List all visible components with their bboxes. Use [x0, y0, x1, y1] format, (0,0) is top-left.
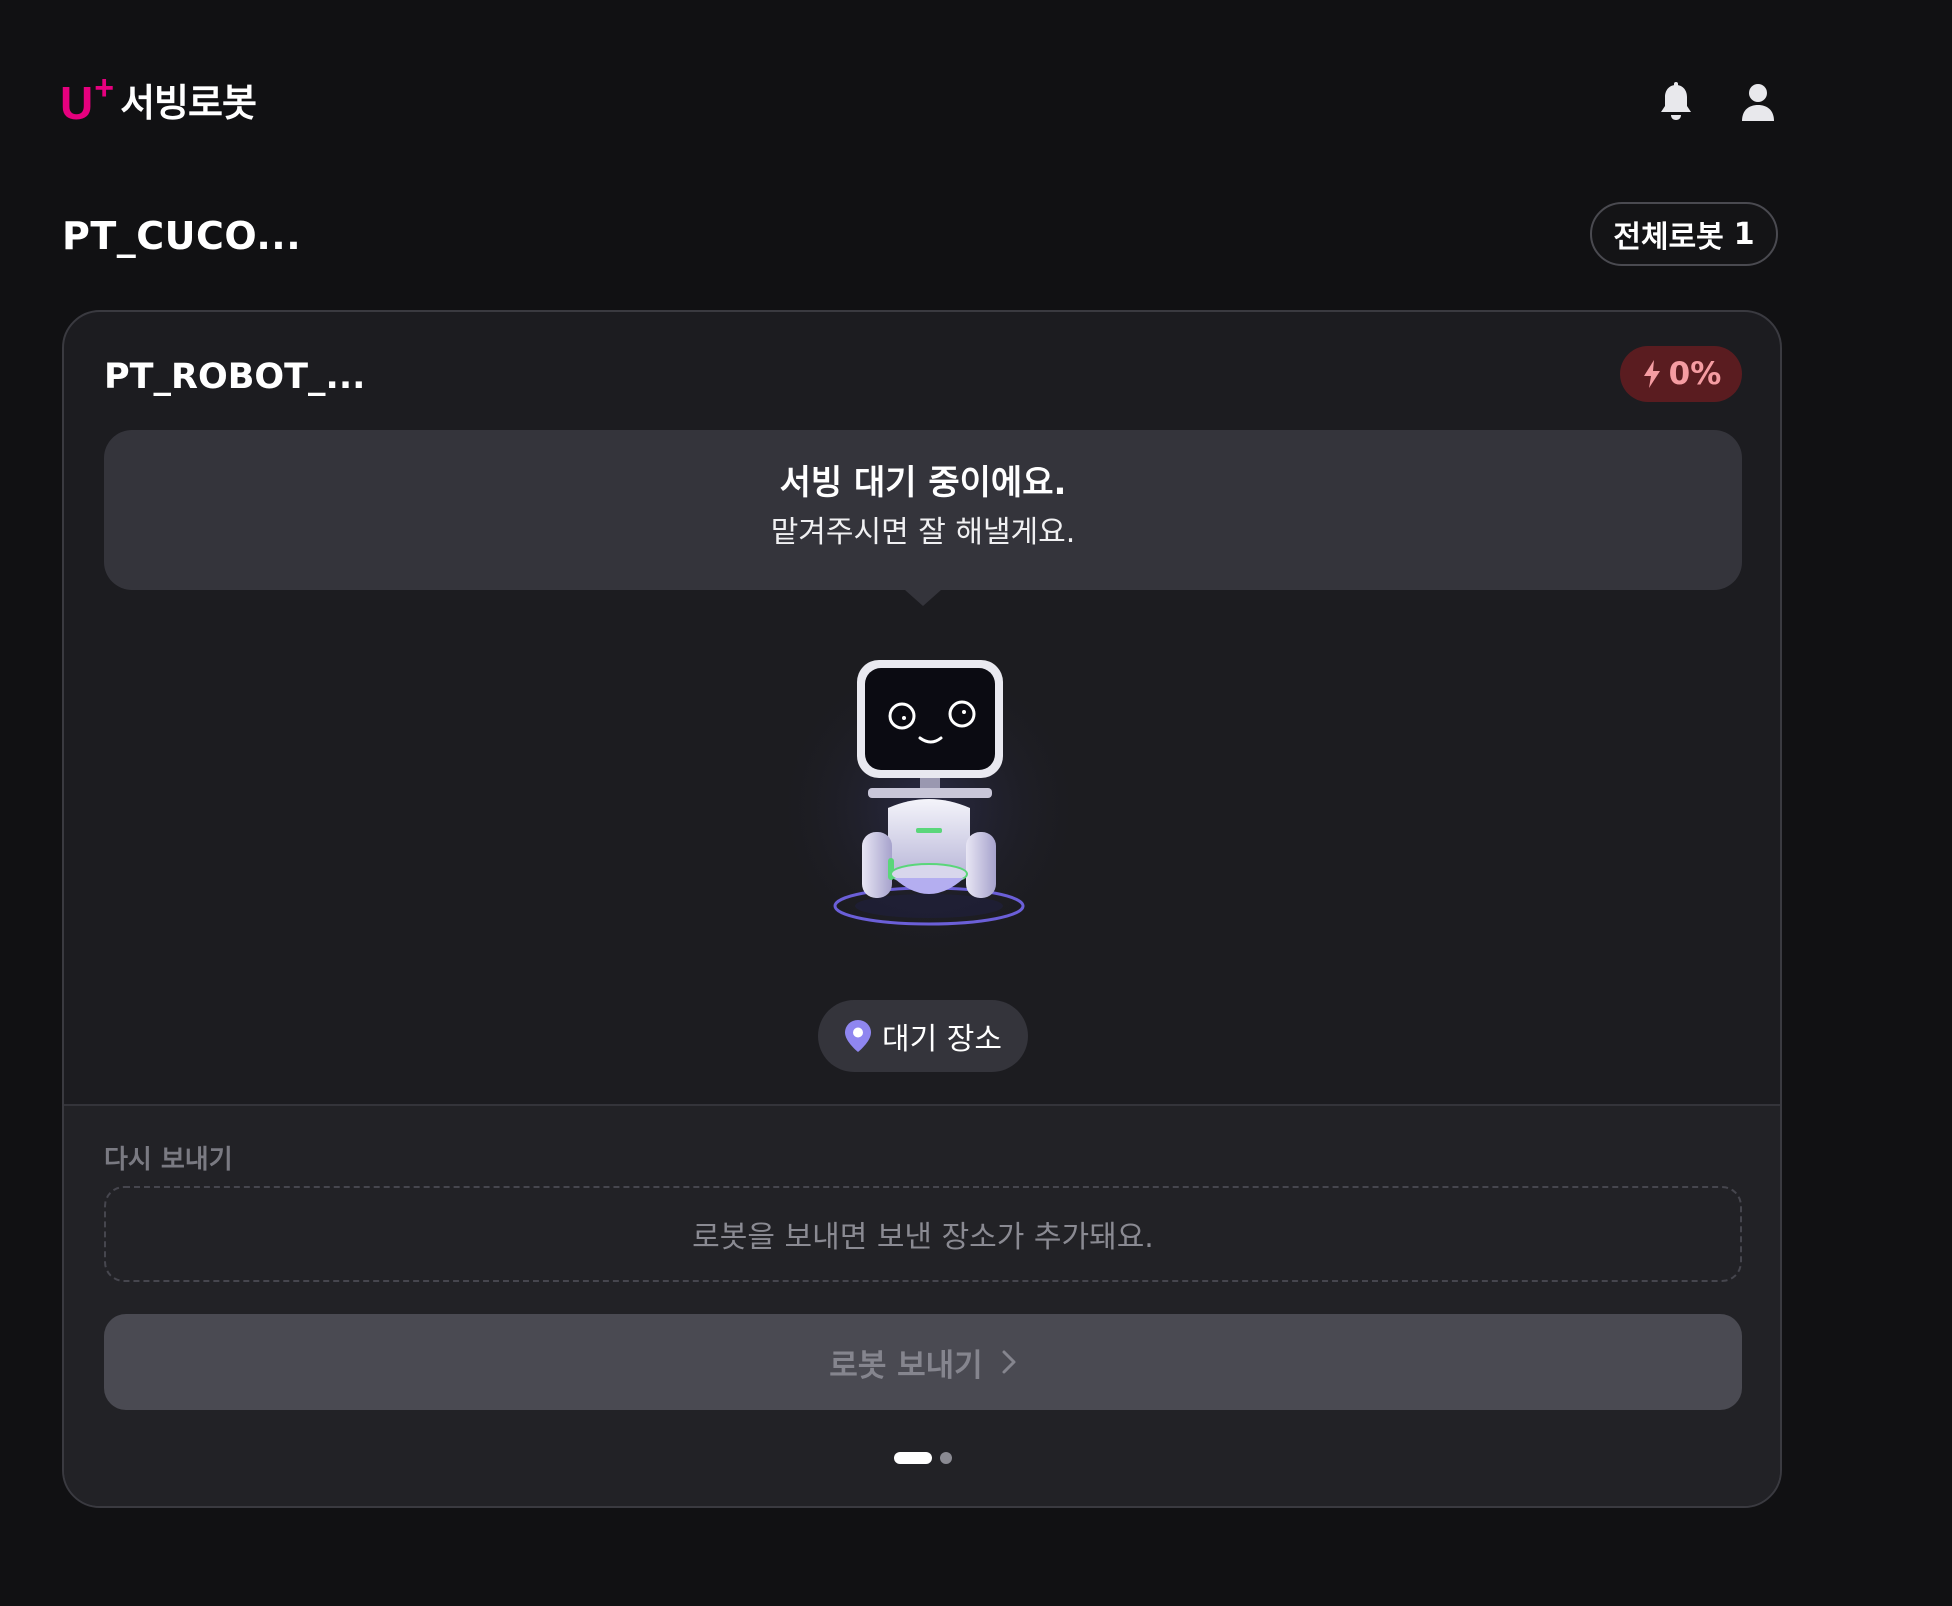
pager-dot-active[interactable] — [894, 1452, 932, 1464]
serving-robot-page: U + 서빙로봇 PT_CUCO... 전체로봇 1 PT_ROBOT_... — [0, 0, 1952, 1606]
resend-label: 다시 보내기 — [104, 1145, 233, 1175]
send-robot-button[interactable]: 로봇 보내기 — [104, 1314, 1742, 1410]
status-subtitle: 맡겨주시면 잘 해낼게요. — [770, 515, 1076, 550]
battery-value: 0% — [1668, 356, 1722, 392]
card-pager — [894, 1452, 952, 1464]
status-bubble: 서빙 대기 중이에요. 맡겨주시면 잘 해낼게요. — [104, 430, 1742, 606]
bell-icon[interactable] — [1656, 80, 1696, 124]
location-label: 대기 장소 — [882, 1022, 1002, 1057]
all-robots-button[interactable]: 전체로봇 1 — [1590, 202, 1778, 266]
lightning-icon — [1643, 360, 1660, 388]
send-robot-label: 로봇 보내기 — [829, 1347, 983, 1384]
all-robots-count: 1 — [1733, 216, 1755, 252]
user-icon[interactable] — [1738, 80, 1778, 124]
battery-badge: 0% — [1620, 346, 1742, 402]
robot-card[interactable]: PT_ROBOT_... 0% 서빙 대기 중이에요. 맡겨주시면 잘 해낼게요… — [62, 310, 1782, 1508]
card-bottom-section — [64, 1104, 1780, 1506]
location-chip[interactable]: 대기 장소 — [818, 1000, 1028, 1072]
robot-illustration — [764, 622, 1094, 952]
status-title: 서빙 대기 중이에요. — [779, 463, 1067, 503]
logo-plus: + — [94, 69, 115, 107]
logo-u: U — [60, 77, 94, 129]
chevron-right-icon — [1002, 1350, 1016, 1374]
store-name: PT_CUCO... — [62, 214, 302, 258]
header-actions — [1656, 80, 1778, 124]
robot-name: PT_ROBOT_... — [104, 357, 366, 397]
resend-empty-placeholder: 로봇을 보내면 보낸 장소가 추가돼요. — [104, 1186, 1742, 1282]
location-pin-icon — [845, 1020, 872, 1052]
pager-dot[interactable] — [940, 1452, 952, 1464]
logo-title: 서빙로봇 — [120, 81, 257, 125]
all-robots-label: 전체로봇 — [1613, 220, 1724, 255]
app-logo: U + 서빙로봇 — [60, 69, 257, 129]
